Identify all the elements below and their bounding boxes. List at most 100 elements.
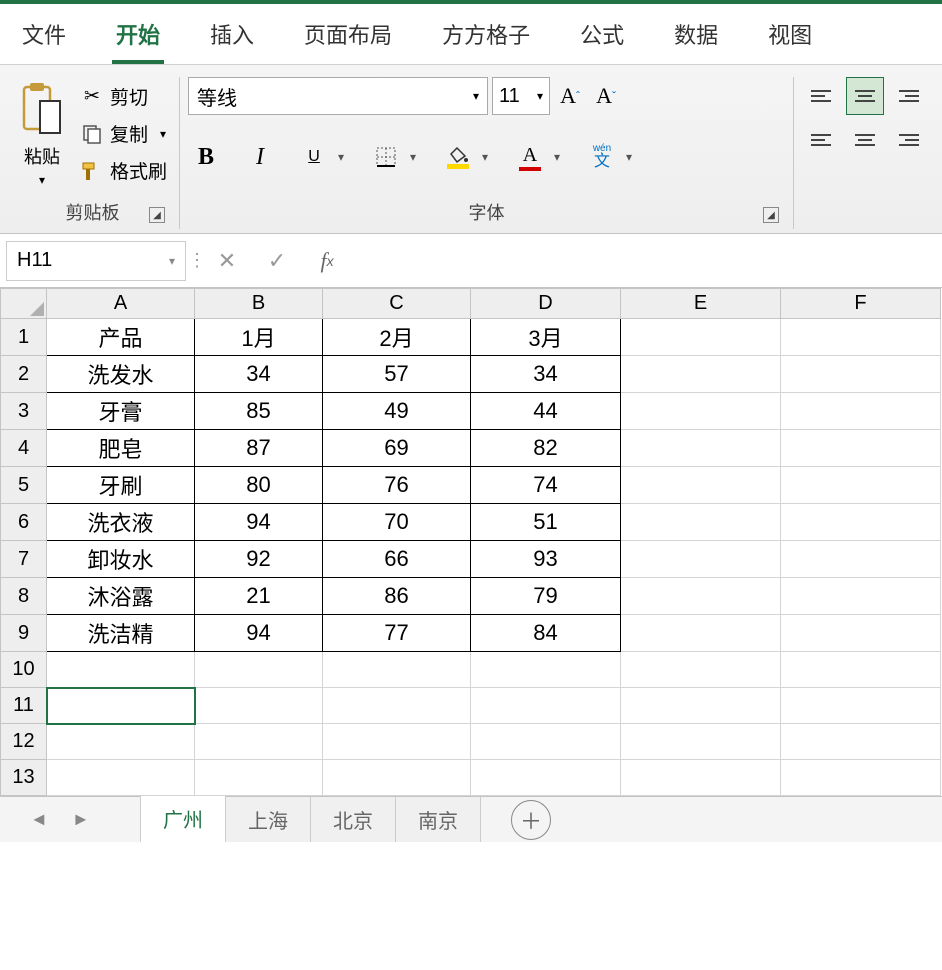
chevron-down-icon[interactable]: ▾ [332, 139, 350, 175]
cell-A9[interactable]: 洗洁精 [47, 615, 195, 652]
sheet-tab-0[interactable]: 广州 [140, 796, 226, 843]
cell-E1[interactable] [621, 319, 781, 356]
accept-formula-button[interactable]: ✓ [252, 241, 302, 281]
cell-E13[interactable] [621, 760, 781, 796]
cell-D7[interactable]: 93 [471, 541, 621, 578]
column-header-E[interactable]: E [621, 289, 781, 319]
column-header-A[interactable]: A [47, 289, 195, 319]
cell-B12[interactable] [195, 724, 323, 760]
row-header-9[interactable]: 9 [1, 615, 47, 652]
row-header-1[interactable]: 1 [1, 319, 47, 356]
row-header-12[interactable]: 12 [1, 724, 47, 760]
row-header-4[interactable]: 4 [1, 430, 47, 467]
cell-D12[interactable] [471, 724, 621, 760]
cell-C4[interactable]: 69 [323, 430, 471, 467]
select-all-corner[interactable] [1, 289, 47, 319]
cell-A3[interactable]: 牙膏 [47, 393, 195, 430]
cell-D9[interactable]: 84 [471, 615, 621, 652]
cell-C10[interactable] [323, 652, 471, 688]
cell-B5[interactable]: 80 [195, 467, 323, 504]
menu-item-0[interactable]: 文件 [18, 12, 70, 64]
sheet-tab-2[interactable]: 北京 [311, 797, 396, 842]
insert-function-button[interactable]: fx [302, 241, 352, 281]
name-box[interactable]: H11 ▾ [6, 241, 186, 281]
sheet-nav-next[interactable]: ► [72, 809, 90, 830]
row-header-7[interactable]: 7 [1, 541, 47, 578]
align-right-button[interactable] [890, 121, 928, 159]
cell-A10[interactable] [47, 652, 195, 688]
chevron-down-icon[interactable]: ▾ [620, 139, 638, 175]
cell-C8[interactable]: 86 [323, 578, 471, 615]
cell-E2[interactable] [621, 356, 781, 393]
align-left-button[interactable] [802, 121, 840, 159]
cell-E11[interactable] [621, 688, 781, 724]
cell-C3[interactable]: 49 [323, 393, 471, 430]
cell-F11[interactable] [781, 688, 941, 724]
cell-D1[interactable]: 3月 [471, 319, 621, 356]
cell-D8[interactable]: 79 [471, 578, 621, 615]
clipboard-dialog-launcher[interactable]: ◢ [149, 207, 165, 223]
cell-D13[interactable] [471, 760, 621, 796]
cell-A11[interactable] [47, 688, 195, 724]
cell-A5[interactable]: 牙刷 [47, 467, 195, 504]
cell-C2[interactable]: 57 [323, 356, 471, 393]
cell-D4[interactable]: 82 [471, 430, 621, 467]
cut-button[interactable]: ✂ 剪切 [76, 81, 171, 112]
cell-F5[interactable] [781, 467, 941, 504]
menu-item-5[interactable]: 公式 [576, 12, 628, 64]
cell-B3[interactable]: 85 [195, 393, 323, 430]
cell-A8[interactable]: 沐浴露 [47, 578, 195, 615]
cell-A7[interactable]: 卸妆水 [47, 541, 195, 578]
cell-D3[interactable]: 44 [471, 393, 621, 430]
bold-button[interactable]: B [188, 139, 224, 175]
cell-B13[interactable] [195, 760, 323, 796]
cell-B1[interactable]: 1月 [195, 319, 323, 356]
cell-E5[interactable] [621, 467, 781, 504]
decrease-font-button[interactable]: Aˇ [590, 78, 622, 114]
cell-F9[interactable] [781, 615, 941, 652]
font-name-select[interactable]: 等线 ▾ [188, 77, 488, 115]
border-button[interactable]: ▾ [368, 139, 422, 175]
row-header-10[interactable]: 10 [1, 652, 47, 688]
font-color-button[interactable]: A ▾ [512, 139, 566, 175]
fill-color-button[interactable]: ▾ [440, 139, 494, 175]
cell-F1[interactable] [781, 319, 941, 356]
cell-F7[interactable] [781, 541, 941, 578]
cell-A13[interactable] [47, 760, 195, 796]
cell-D11[interactable] [471, 688, 621, 724]
cell-E3[interactable] [621, 393, 781, 430]
cell-A2[interactable]: 洗发水 [47, 356, 195, 393]
cell-B8[interactable]: 21 [195, 578, 323, 615]
cell-F4[interactable] [781, 430, 941, 467]
align-top-right-button[interactable] [890, 77, 928, 115]
cell-E12[interactable] [621, 724, 781, 760]
column-header-F[interactable]: F [781, 289, 941, 319]
cell-D5[interactable]: 74 [471, 467, 621, 504]
chevron-down-icon[interactable]: ▾ [404, 139, 422, 175]
cell-C9[interactable]: 77 [323, 615, 471, 652]
chevron-down-icon[interactable]: ▾ [548, 139, 566, 175]
cell-B6[interactable]: 94 [195, 504, 323, 541]
cell-C1[interactable]: 2月 [323, 319, 471, 356]
cell-D10[interactable] [471, 652, 621, 688]
column-header-D[interactable]: D [471, 289, 621, 319]
cell-C7[interactable]: 66 [323, 541, 471, 578]
menu-item-7[interactable]: 视图 [764, 12, 816, 64]
cell-E10[interactable] [621, 652, 781, 688]
cell-B7[interactable]: 92 [195, 541, 323, 578]
cell-B10[interactable] [195, 652, 323, 688]
font-size-select[interactable]: 11 ▾ [492, 77, 550, 115]
format-painter-button[interactable]: 格式刷 [76, 155, 171, 186]
row-header-13[interactable]: 13 [1, 760, 47, 796]
cell-A1[interactable]: 产品 [47, 319, 195, 356]
cell-C12[interactable] [323, 724, 471, 760]
cell-B4[interactable]: 87 [195, 430, 323, 467]
copy-button[interactable]: 复制 ▾ [76, 118, 171, 149]
cell-D2[interactable]: 34 [471, 356, 621, 393]
paste-button[interactable]: 粘贴 ▾ [14, 77, 70, 191]
cell-F2[interactable] [781, 356, 941, 393]
cell-E8[interactable] [621, 578, 781, 615]
add-sheet-button[interactable]: ＋ [511, 800, 551, 840]
column-header-C[interactable]: C [323, 289, 471, 319]
row-header-6[interactable]: 6 [1, 504, 47, 541]
